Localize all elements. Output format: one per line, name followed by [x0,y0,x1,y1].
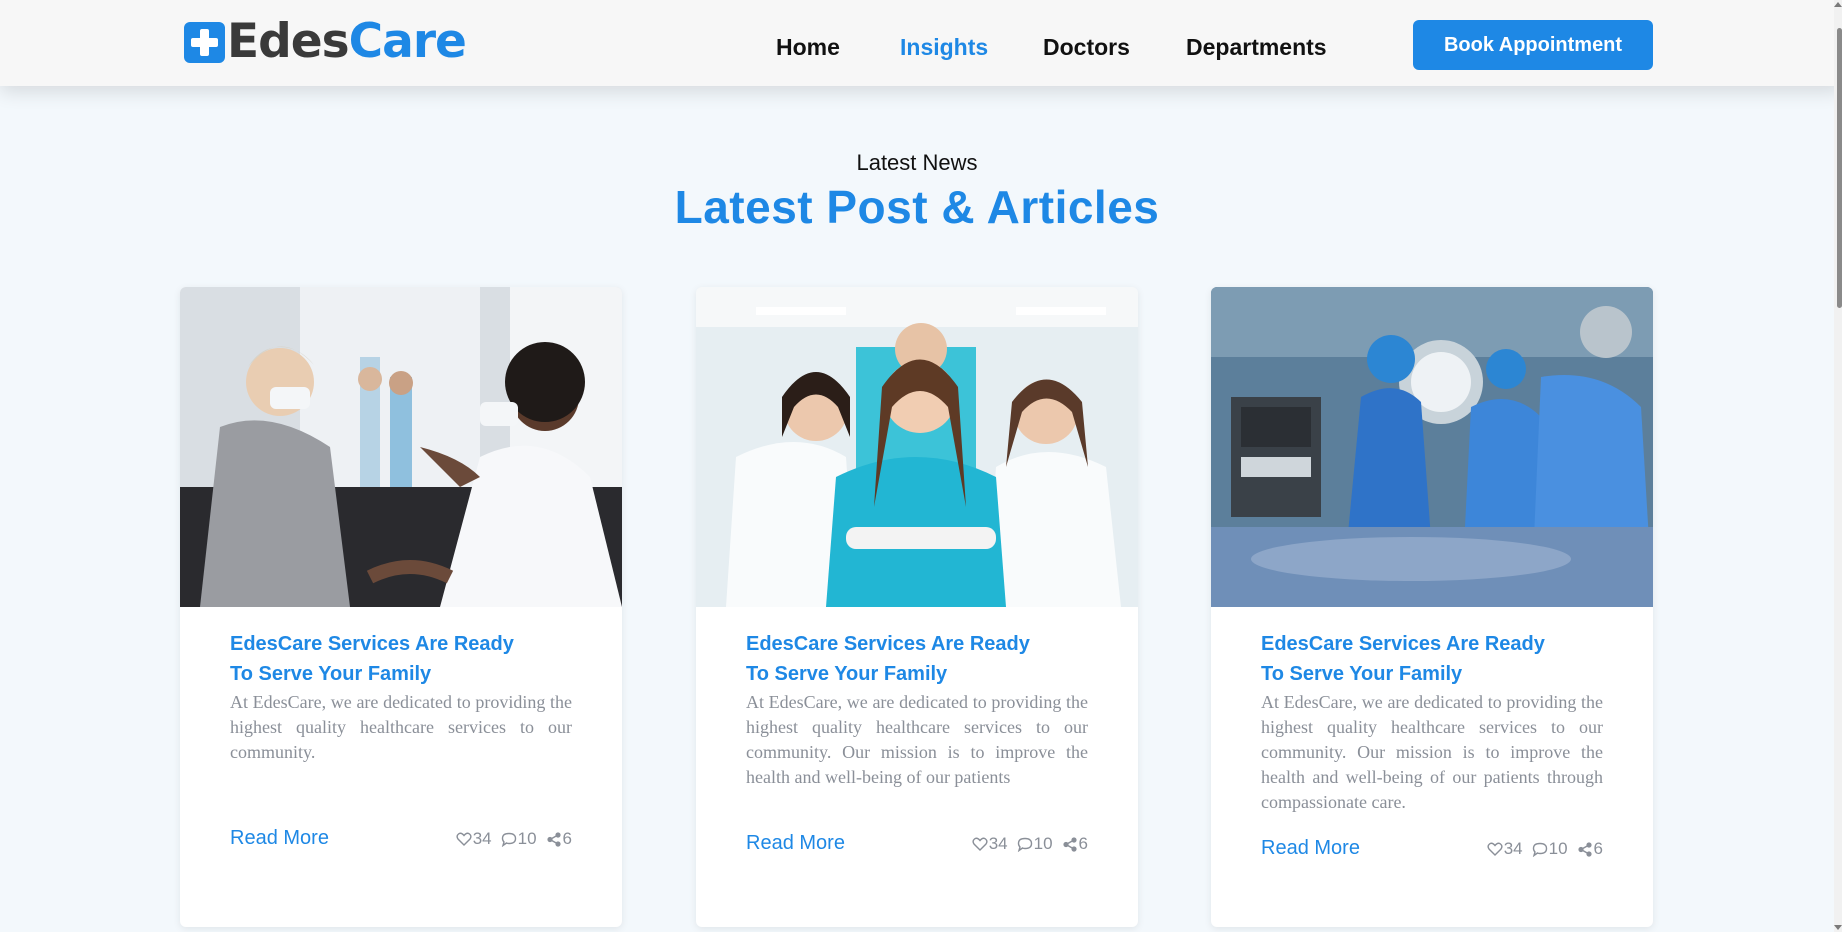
read-more-link[interactable]: Read More [230,827,329,850]
section-title: Latest Post & Articles [674,181,1160,233]
shares-stat[interactable]: 6 [546,829,572,849]
section-eyebrow: Latest News [856,150,978,175]
article-card: EdesCare Services Are Ready To Serve You… [1211,287,1653,927]
likes-count: 34 [1503,839,1523,858]
article-excerpt: At EdesCare, we are dedicated to providi… [746,692,1088,787]
article-title-line2[interactable]: To Serve Your Family [1261,659,1603,689]
article-footer: Read More 34 10 6 [230,827,572,853]
article-content: EdesCare Services Are Ready To Serve You… [230,629,572,765]
comments-count: 10 [517,829,537,848]
nav-home[interactable]: Home [776,34,840,61]
article-title-line2[interactable]: To Serve Your Family [230,659,572,689]
article-title-line1[interactable]: EdesCare Services Are Ready [1261,629,1603,659]
read-more-link[interactable]: Read More [1261,837,1360,860]
comments-stat[interactable]: 10 [1532,839,1568,859]
article-stats: 34 10 6 [447,829,572,849]
nav-insights[interactable]: Insights [900,34,988,61]
article-footer: Read More 34 10 6 [746,832,1088,858]
nav-departments[interactable]: Departments [1186,34,1327,61]
likes-stat[interactable]: 34 [456,829,492,849]
heart-icon [456,832,472,846]
share-icon [1062,836,1077,852]
likes-stat[interactable]: 34 [1487,839,1523,859]
share-icon [1577,841,1592,857]
article-excerpt: At EdesCare, we are dedicated to providi… [230,692,572,762]
comments-stat[interactable]: 10 [1017,834,1053,854]
comments-count: 10 [1548,839,1568,858]
article-title-line1[interactable]: EdesCare Services Are Ready [230,629,572,659]
article-card: EdesCare Services Are Ready To Serve You… [180,287,622,927]
book-appointment-button[interactable]: Book Appointment [1413,20,1653,70]
likes-stat[interactable]: 34 [972,834,1008,854]
comment-icon [1532,842,1547,857]
article-image-consultation[interactable] [180,287,622,607]
article-content: EdesCare Services Are Ready To Serve You… [746,629,1088,790]
shares-count: 6 [1078,834,1088,853]
comments-count: 10 [1033,834,1053,853]
shares-count: 6 [1593,839,1603,858]
heart-icon [972,837,988,851]
comments-stat[interactable]: 10 [501,829,537,849]
comment-icon [1017,837,1032,852]
comment-icon [501,832,516,847]
scrollbar-thumb[interactable] [1837,28,1842,308]
article-stats: 34 10 6 [1478,839,1603,859]
likes-count: 34 [472,829,492,848]
scroll-up-arrow-icon[interactable] [1834,2,1842,7]
scroll-down-arrow-icon[interactable] [1834,925,1842,930]
site-header: EdesCare Home Insights Doctors Departmen… [0,0,1842,86]
article-stats: 34 10 6 [963,834,1088,854]
article-title-line2[interactable]: To Serve Your Family [746,659,1088,689]
shares-stat[interactable]: 6 [1062,834,1088,854]
article-image-surgery[interactable] [1211,287,1653,607]
article-content: EdesCare Services Are Ready To Serve You… [1261,629,1603,815]
article-footer: Read More 34 10 6 [1261,837,1603,863]
shares-count: 6 [562,829,572,848]
read-more-link[interactable]: Read More [746,832,845,855]
likes-count: 34 [988,834,1008,853]
share-icon [546,831,561,847]
shares-stat[interactable]: 6 [1577,839,1603,859]
heart-icon [1487,842,1503,856]
article-card: EdesCare Services Are Ready To Serve You… [696,287,1138,927]
article-excerpt: At EdesCare, we are dedicated to providi… [1261,692,1603,812]
article-image-medical-team[interactable] [696,287,1138,607]
article-title-line1[interactable]: EdesCare Services Are Ready [746,629,1088,659]
nav-doctors[interactable]: Doctors [1043,34,1130,61]
